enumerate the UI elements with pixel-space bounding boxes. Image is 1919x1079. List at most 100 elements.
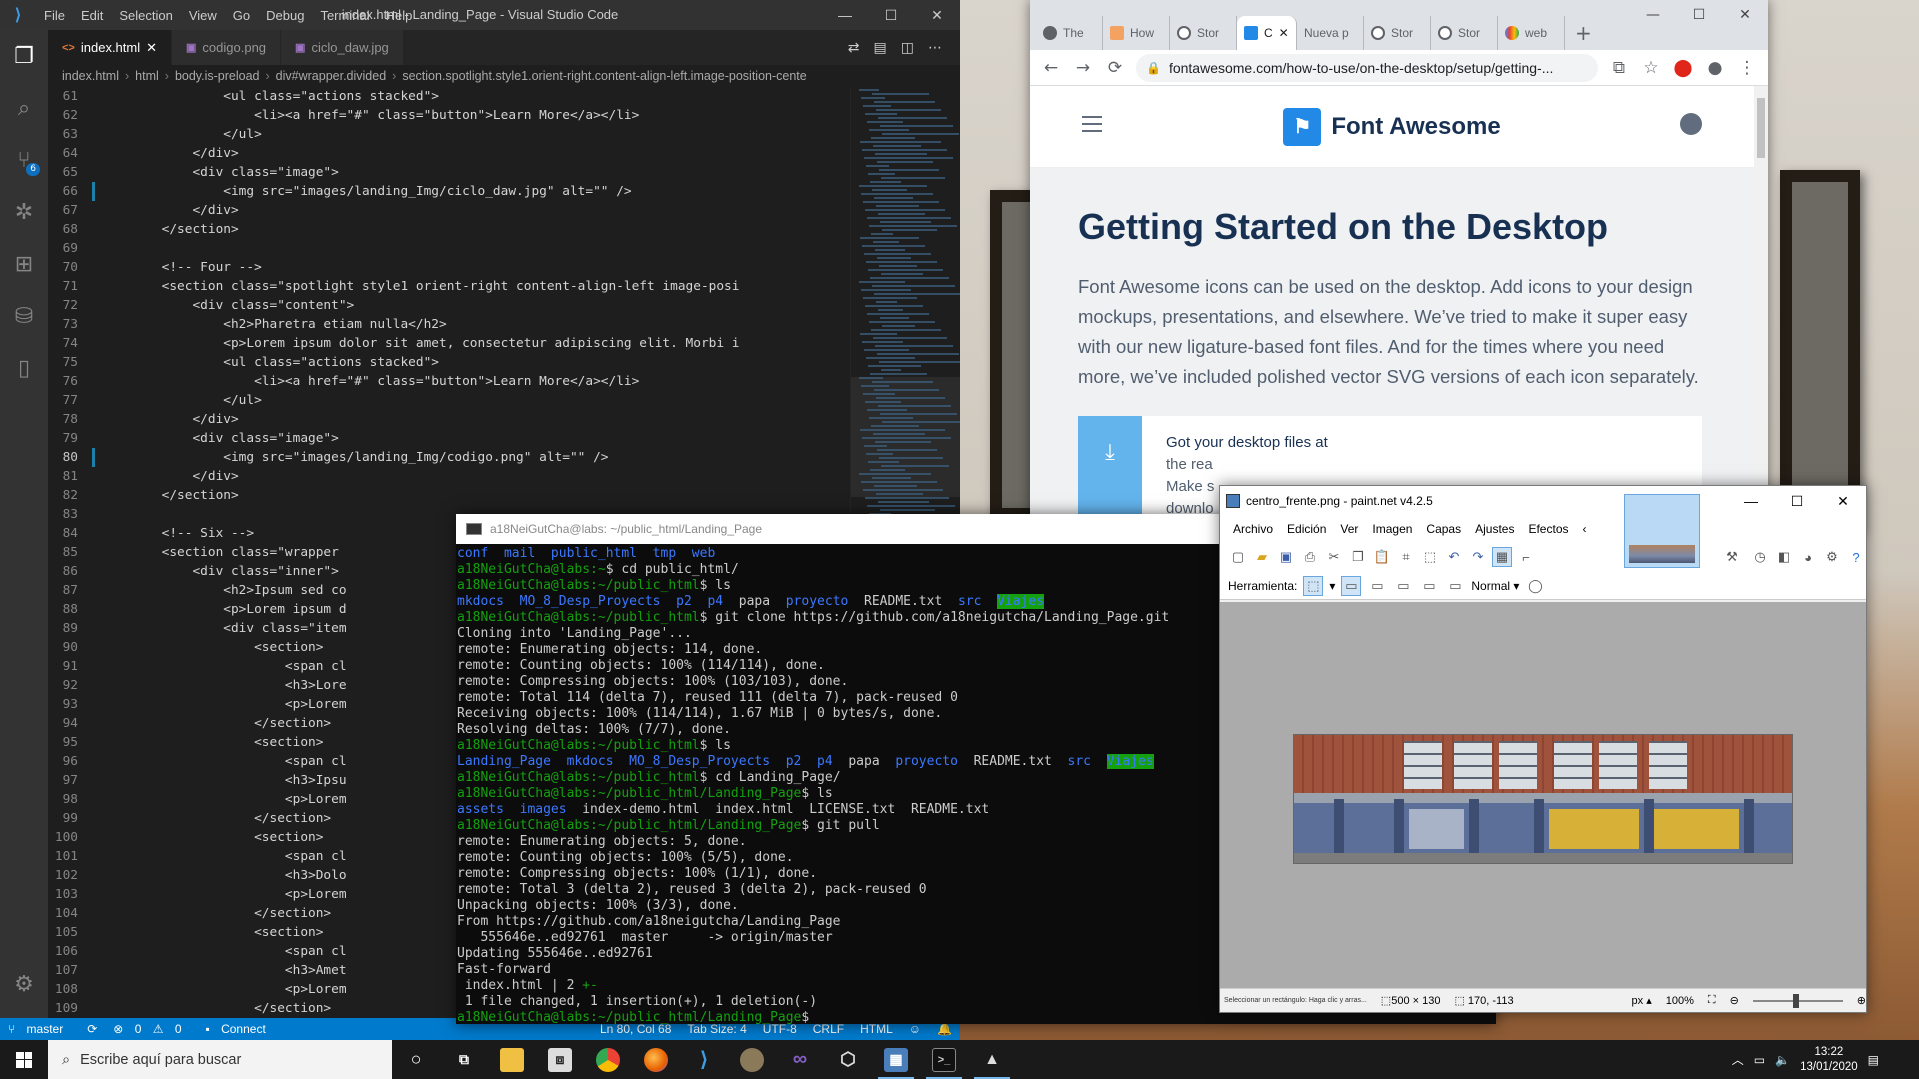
forward-icon[interactable]: → (1072, 58, 1094, 78)
menu-item[interactable]: Debug (258, 8, 312, 23)
code-line[interactable]: 76 <li><a href="#" class="button">Learn … (48, 372, 960, 391)
breadcrumb-item[interactable]: body.is-preload (175, 69, 260, 83)
zoom-out-icon[interactable]: ⊖ (1730, 994, 1739, 1007)
close-icon[interactable]: ✕ (914, 0, 960, 30)
menu-item[interactable]: Ajustes (1468, 522, 1521, 536)
code-line[interactable]: 74 <p>Lorem ipsum dolor sit amet, consec… (48, 334, 960, 353)
hamburger-menu-icon[interactable] (1082, 116, 1102, 137)
tab-index-html[interactable]: <> index.html ✕ (48, 30, 173, 65)
3d-viewer-icon[interactable]: ⬡ (824, 1040, 872, 1079)
browser-tab[interactable]: web (1498, 16, 1565, 50)
code-line[interactable]: 62 <li><a href="#" class="button">Learn … (48, 106, 960, 125)
problems-status[interactable]: ⊗ 0 ⚠ 0 (105, 1022, 197, 1036)
menu-item[interactable]: File (36, 8, 73, 23)
new-file-icon[interactable]: ▢ (1228, 547, 1248, 567)
selection-mode-exclude-icon[interactable]: ▭ (1393, 576, 1413, 596)
menu-scroll-left-icon[interactable]: ‹ (1576, 522, 1594, 536)
code-line[interactable]: 71 <section class="spotlight style1 orie… (48, 277, 960, 296)
breadcrumb-item[interactable]: div#wrapper.divided (276, 69, 387, 83)
encoding[interactable]: UTF-8 (755, 1022, 805, 1036)
opera-extension-icon[interactable]: ⬤ (1672, 58, 1694, 78)
building-photo-image[interactable] (1293, 734, 1793, 864)
cursor-position[interactable]: Ln 80, Col 68 (592, 1022, 679, 1036)
menu-item[interactable]: Efectos (1521, 522, 1575, 536)
colors-icon[interactable]: ◕ (1798, 547, 1818, 567)
menu-item[interactable]: Go (225, 8, 258, 23)
sync-icon[interactable]: ⟳ (79, 1022, 105, 1036)
gimp-icon[interactable] (728, 1040, 776, 1079)
selection-mode-invert-icon[interactable]: ▭ (1445, 576, 1465, 596)
grid-icon[interactable]: ▦ (1492, 547, 1512, 567)
preview-icon[interactable]: ▤ (874, 40, 887, 56)
notifications-icon[interactable]: 🔔 (929, 1022, 960, 1036)
close-icon[interactable]: ✕ (1722, 0, 1768, 30)
selection-mode-intersect-icon[interactable]: ▭ (1419, 576, 1439, 596)
history-icon[interactable]: ◷ (1750, 547, 1770, 567)
layers-icon[interactable]: ◧ (1774, 547, 1794, 567)
code-line[interactable]: 64 </div> (48, 144, 960, 163)
selection-mode-replace-icon[interactable]: ▭ (1341, 575, 1362, 596)
zoom-slider[interactable] (1752, 993, 1843, 1008)
start-button[interactable] (0, 1040, 48, 1079)
units-select[interactable]: px ▴ (1632, 994, 1652, 1007)
branch-status[interactable]: ⑂ master (0, 1022, 79, 1036)
close-icon[interactable]: ✕ (1820, 486, 1866, 516)
undo-icon[interactable]: ↶ (1444, 547, 1464, 567)
virtualbox-icon[interactable]: ⧈ (536, 1040, 584, 1079)
profile-icon[interactable]: ● (1704, 58, 1726, 78)
bookmark-star-icon[interactable]: ☆ (1640, 58, 1662, 78)
split-editor-icon[interactable]: ◫ (901, 40, 914, 56)
action-center-icon[interactable]: ▤ (1868, 1053, 1879, 1067)
code-line[interactable]: 67 </div> (48, 201, 960, 220)
code-line[interactable]: 82 </section> (48, 486, 960, 505)
address-bar[interactable]: 🔒 fontawesome.com/how-to-use/on-the-desk… (1136, 53, 1598, 82)
browser-tab[interactable]: Stor (1364, 16, 1431, 50)
database-icon[interactable]: ⛁ (0, 290, 48, 342)
menu-item[interactable]: Edición (1280, 522, 1333, 536)
firefox-icon[interactable] (632, 1040, 680, 1079)
code-line[interactable]: 69 (48, 239, 960, 258)
tab-size[interactable]: Tab Size: 4 (679, 1022, 754, 1036)
deselect-icon[interactable]: ⬚ (1420, 547, 1440, 567)
breadcrumb-item[interactable]: html (135, 69, 159, 83)
code-line[interactable]: 66 <img src="images/landing_Img/ciclo_da… (48, 182, 960, 201)
new-tab-icon[interactable]: + (1565, 16, 1602, 50)
code-line[interactable]: 61 <ul class="actions stacked"> (48, 87, 960, 106)
photos-taskbar-icon[interactable]: ▲ (968, 1040, 1016, 1079)
minimize-icon[interactable]: — (1630, 0, 1676, 30)
code-line[interactable]: 75 <ul class="actions stacked"> (48, 353, 960, 372)
explorer-icon[interactable]: ❐ (0, 30, 48, 82)
visual-studio-icon[interactable]: ∞ (776, 1040, 824, 1079)
debug-icon[interactable]: ✲ (0, 186, 48, 238)
paintnet-taskbar-icon[interactable]: ▦ (872, 1040, 920, 1079)
code-line[interactable]: 65 <div class="image"> (48, 163, 960, 182)
antialias-icon[interactable]: ◯ (1525, 576, 1545, 596)
code-line[interactable]: 72 <div class="content"> (48, 296, 960, 315)
settings-gear-icon[interactable]: ⚙ (1822, 547, 1842, 567)
code-line[interactable]: 81 </div> (48, 467, 960, 486)
code-line[interactable]: 70 <!-- Four --> (48, 258, 960, 277)
open-folder-icon[interactable]: ▰ (1252, 547, 1272, 567)
code-line[interactable]: 80 <img src="images/landing_Img/codigo.p… (48, 448, 960, 467)
network-icon[interactable]: ▭ (1754, 1053, 1765, 1067)
zoom-in-icon[interactable]: ⊕ (1857, 994, 1866, 1007)
compare-icon[interactable]: ⇄ (848, 40, 860, 56)
cortana-icon[interactable]: ○ (392, 1040, 440, 1079)
reload-icon[interactable]: ⟳ (1104, 58, 1126, 78)
code-line[interactable]: 68 </section> (48, 220, 960, 239)
blend-mode-select[interactable]: Normal ▾ (1471, 579, 1519, 593)
minimize-icon[interactable]: — (1728, 486, 1774, 516)
code-line[interactable]: 73 <h2>Pharetra etiam nulla</h2> (48, 315, 960, 334)
zoom-select[interactable]: 100% (1666, 995, 1694, 1007)
code-line[interactable]: 78 </div> (48, 410, 960, 429)
menu-item[interactable]: View (181, 8, 225, 23)
back-icon[interactable]: ← (1040, 58, 1062, 78)
scrollbar-thumb[interactable] (1757, 98, 1765, 158)
menu-item[interactable]: Capas (1419, 522, 1468, 536)
more-actions-icon[interactable]: ⋯ (928, 40, 942, 56)
crop-icon[interactable]: ⌗ (1396, 547, 1416, 567)
maximize-icon[interactable]: ☐ (1676, 0, 1722, 30)
save-icon[interactable]: ▣ (1276, 547, 1296, 567)
chrome-icon[interactable] (584, 1040, 632, 1079)
help-icon[interactable]: ? (1846, 547, 1866, 567)
